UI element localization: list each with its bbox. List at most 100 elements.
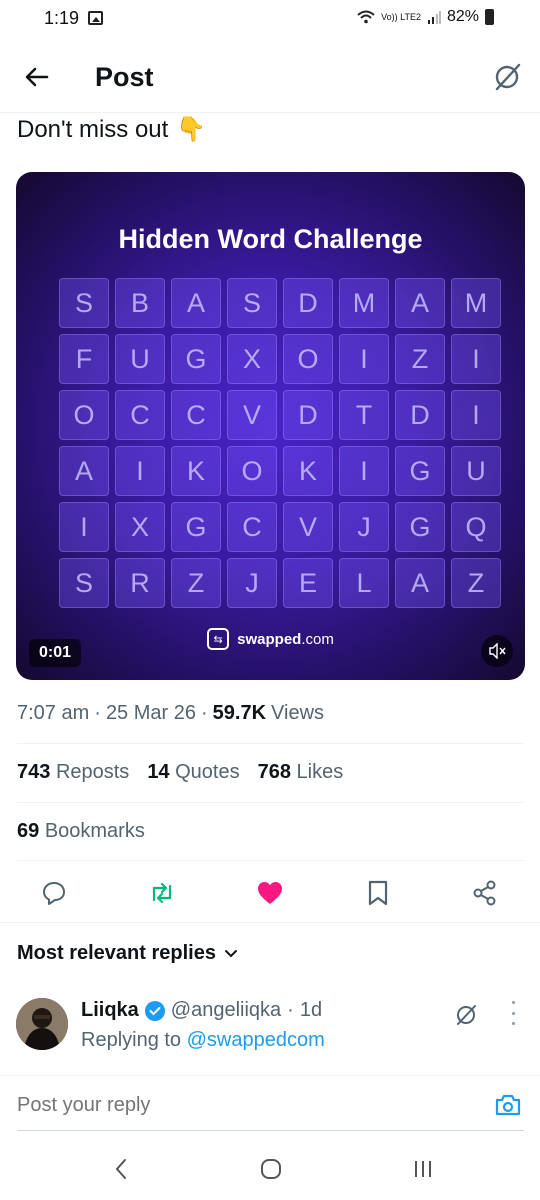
swapped-logo-icon: ⇆	[207, 628, 230, 650]
nav-home-button[interactable]	[256, 1154, 286, 1184]
muted-speaker-icon	[489, 643, 506, 659]
network-label: Vo)) LTE2	[381, 11, 421, 22]
grid-letter-cell: D	[283, 390, 333, 440]
likes-stat[interactable]: 768 Likes	[258, 761, 344, 784]
replying-to: Replying to @swappedcom	[81, 1029, 325, 1052]
bookmarks-stat[interactable]: 69 Bookmarks	[17, 820, 145, 843]
grid-letter-cell: Z	[395, 334, 445, 384]
status-indicators: Vo)) LTE2 82%	[357, 8, 494, 26]
reply-author: Liiqka @angeliiqka · 1d	[81, 999, 322, 1022]
grid-letter-cell: S	[59, 558, 109, 608]
battery-percent: 82%	[446, 8, 479, 25]
quotes-count: 14	[147, 761, 170, 783]
bookmark-button[interactable]	[363, 878, 393, 908]
quotes-label: Quotes	[175, 761, 240, 783]
grid-letter-cell: V	[283, 502, 333, 552]
share-button[interactable]	[470, 878, 500, 908]
verified-badge-icon	[144, 1000, 165, 1021]
bookmarks-count: 69	[17, 820, 40, 842]
post-text: Don't miss out 👇	[17, 115, 206, 144]
signal-icon	[427, 11, 441, 24]
grid-letter-cell: A	[395, 558, 445, 608]
views-count[interactable]: 59.7K	[213, 702, 266, 725]
reply-input[interactable]	[17, 1094, 457, 1117]
nav-back-button[interactable]	[106, 1154, 136, 1184]
divider	[0, 922, 540, 923]
grid-letter-cell: G	[395, 446, 445, 496]
heart-filled-icon	[258, 882, 282, 904]
nav-recents-icon	[415, 1161, 431, 1177]
grid-letter-cell: I	[339, 334, 389, 384]
reply-item[interactable]: Liiqka @angeliiqka · 1d Replying to @swa…	[0, 995, 540, 1065]
grid-letter-cell: G	[171, 334, 221, 384]
post-video[interactable]: Hidden Word Challenge SBASDMAMFUGXOIZIOC…	[16, 172, 525, 680]
grid-letter-cell: I	[339, 446, 389, 496]
share-icon	[473, 880, 496, 906]
reposts-stat[interactable]: 743 Reposts	[17, 761, 129, 784]
grid-letter-cell: U	[115, 334, 165, 384]
like-button[interactable]	[255, 878, 285, 908]
grid-letter-cell: M	[451, 278, 501, 328]
views-label: Views	[271, 702, 325, 724]
grid-letter-cell: C	[115, 390, 165, 440]
post-body: Don't miss out	[17, 115, 169, 143]
divider	[17, 743, 524, 744]
reposts-label: Reposts	[55, 761, 130, 783]
nav-back-icon	[115, 1159, 126, 1179]
grid-letter-cell: G	[395, 502, 445, 552]
avatar-image	[16, 998, 68, 1050]
reply-author-name[interactable]: Liiqka	[81, 999, 139, 1022]
header-divider	[0, 112, 540, 113]
grid-letter-cell: B	[115, 278, 165, 328]
system-nav-bar	[0, 1140, 540, 1200]
letter-grid: SBASDMAMFUGXOIZIOCCVDTDIAIKOKIGUIXGCVJGQ…	[59, 278, 501, 608]
reply-grok-button[interactable]	[454, 1003, 478, 1027]
grid-letter-cell: U	[451, 446, 501, 496]
arrow-left-icon	[25, 67, 49, 87]
reply-author-handle[interactable]: @angeliiqka	[171, 999, 281, 1022]
grid-letter-cell: R	[115, 558, 165, 608]
grid-letter-cell: X	[227, 334, 277, 384]
mute-button[interactable]	[481, 635, 513, 667]
reply-icon	[43, 882, 65, 905]
post-time: 7:07 am	[17, 702, 90, 724]
grid-letter-cell: T	[339, 390, 389, 440]
replies-header-label: Most relevant replies	[17, 942, 216, 964]
grid-letter-cell: A	[171, 278, 221, 328]
status-time: 1:19	[44, 8, 80, 28]
grid-letter-cell: A	[395, 278, 445, 328]
grok-button[interactable]	[492, 62, 522, 92]
grid-letter-cell: D	[395, 390, 445, 440]
nav-recents-button[interactable]	[408, 1154, 438, 1184]
grid-letter-cell: C	[227, 502, 277, 552]
quotes-stat[interactable]: 14 Quotes	[147, 761, 239, 784]
pointing-down-emoji: 👇	[176, 116, 207, 143]
repost-button[interactable]	[147, 878, 177, 908]
divider	[17, 802, 524, 803]
camera-icon	[495, 1094, 521, 1116]
grid-letter-cell: M	[339, 278, 389, 328]
grid-letter-cell: Q	[451, 502, 501, 552]
avatar[interactable]	[16, 998, 68, 1050]
replying-mention[interactable]: @swappedcom	[187, 1029, 325, 1051]
reply-separator: ·	[287, 999, 294, 1021]
replies-sort-dropdown[interactable]: Most relevant replies	[17, 942, 238, 965]
grid-letter-cell: S	[227, 278, 277, 328]
likes-count: 768	[257, 761, 291, 783]
more-options-icon[interactable]	[508, 1001, 518, 1025]
reply-button[interactable]	[39, 878, 69, 908]
grid-letter-cell: O	[283, 334, 333, 384]
reply-time: 1d	[299, 999, 323, 1021]
brand-suffix: .com	[301, 630, 334, 648]
back-button[interactable]	[22, 62, 52, 92]
meta-separator: ·	[201, 702, 208, 724]
wifi-icon	[357, 10, 375, 24]
status-bar: 1:19 Vo)) LTE2 82%	[0, 0, 540, 38]
page-title: Post	[95, 62, 154, 92]
grid-letter-cell: Z	[451, 558, 501, 608]
video-title: Hidden Word Challenge	[118, 224, 423, 254]
camera-button[interactable]	[494, 1092, 522, 1120]
composer-underline	[17, 1130, 524, 1131]
brand-name: swapped	[237, 630, 302, 648]
grid-letter-cell: K	[283, 446, 333, 496]
